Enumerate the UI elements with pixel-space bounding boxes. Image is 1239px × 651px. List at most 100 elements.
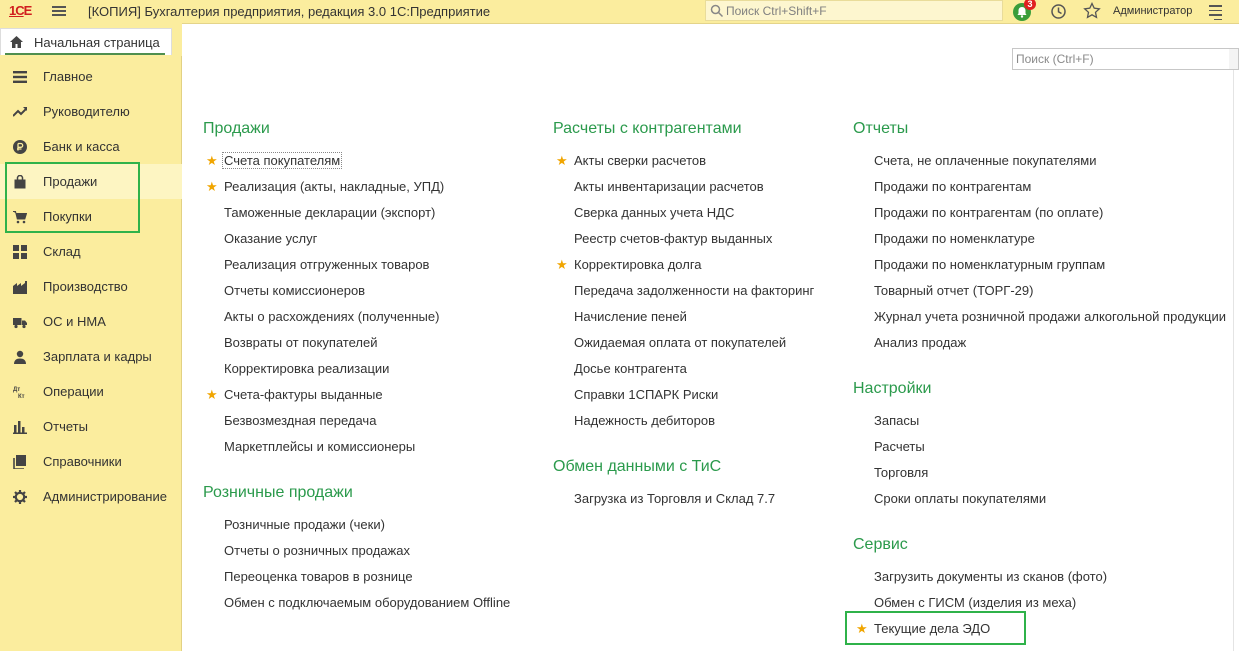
sidebar-item-sales[interactable]: Продажи bbox=[0, 164, 182, 199]
panel-search-box[interactable] bbox=[1012, 48, 1230, 70]
user-name[interactable]: Администратор bbox=[1113, 5, 1192, 17]
link-inventory-acts[interactable]: Акты инвентаризации расчетов bbox=[574, 179, 764, 194]
sidebar-item-purchases[interactable]: Покупки bbox=[0, 199, 182, 234]
star-icon[interactable]: ★ bbox=[556, 258, 568, 271]
menu-icon bbox=[13, 71, 27, 83]
link-debtor-reliability[interactable]: Надежность дебиторов bbox=[574, 413, 715, 428]
link-load-from-tis[interactable]: Загрузка из Торговля и Склад 7.7 bbox=[574, 491, 775, 506]
link-invoice-register[interactable]: Реестр счетов-фактур выданных bbox=[574, 231, 772, 246]
panel-search-input[interactable] bbox=[1016, 52, 1221, 66]
link-alcohol-journal[interactable]: Журнал учета розничной продажи алкогольн… bbox=[874, 309, 1226, 324]
star-icon[interactable]: ★ bbox=[206, 388, 218, 401]
link-expected-payment[interactable]: Ожидаемая оплата от покупателей bbox=[574, 335, 786, 350]
sidebar-item-label: Руководителю bbox=[43, 104, 130, 119]
link-customs-declarations[interactable]: Таможенные декларации (экспорт) bbox=[224, 205, 435, 220]
link-inventory-settings[interactable]: Запасы bbox=[874, 413, 919, 428]
link-settlement-settings[interactable]: Расчеты bbox=[874, 439, 925, 454]
sidebar-item-bank[interactable]: Банк и касса bbox=[0, 129, 182, 164]
app-title: [КОПИЯ] Бухгалтерия предприятия, редакци… bbox=[88, 4, 491, 19]
section-title-reports: Отчеты bbox=[853, 120, 909, 137]
section-title-retail: Розничные продажи bbox=[203, 484, 353, 501]
sidebar-item-label: ОС и НМА bbox=[43, 314, 106, 329]
panel-search-button[interactable] bbox=[1229, 48, 1239, 70]
notifications-button[interactable]: 3 bbox=[1011, 0, 1036, 22]
sidebar-item-directories[interactable]: Справочники bbox=[0, 444, 182, 479]
sidebar-item-label: Главное bbox=[43, 69, 93, 84]
sidebar-item-fixed-assets[interactable]: ОС и НМА bbox=[0, 304, 182, 339]
sidebar-item-production[interactable]: Производство bbox=[0, 269, 182, 304]
sidebar-item-reports[interactable]: Отчеты bbox=[0, 409, 182, 444]
link-customer-invoices[interactable]: Счета покупателям bbox=[222, 152, 343, 169]
sidebar-item-label: Банк и касса bbox=[43, 139, 120, 154]
svg-text:Дт: Дт bbox=[13, 387, 20, 393]
link-sales-by-item[interactable]: Продажи по номенклатуре bbox=[874, 231, 1035, 246]
link-edo-current-tasks[interactable]: Текущие дела ЭДО bbox=[874, 621, 990, 636]
link-unpaid-invoices[interactable]: Счета, не оплаченные покупателями bbox=[874, 153, 1096, 168]
link-retail-receipts[interactable]: Розничные продажи (чеки) bbox=[224, 517, 385, 532]
link-debt-adjustment[interactable]: Корректировка долга bbox=[574, 257, 702, 272]
link-penalties[interactable]: Начисление пеней bbox=[574, 309, 687, 324]
link-sales-realization[interactable]: Реализация (акты, накладные, УПД) bbox=[224, 179, 444, 194]
sidebar-item-label: Производство bbox=[43, 279, 128, 294]
link-torg-29[interactable]: Товарный отчет (ТОРГ-29) bbox=[874, 283, 1033, 298]
link-factoring[interactable]: Передача задолженности на факторинг bbox=[574, 283, 814, 298]
tab-home-page[interactable]: Начальная страница bbox=[0, 28, 172, 55]
sidebar-item-label: Зарплата и кадры bbox=[43, 349, 152, 364]
link-reconciliation-acts[interactable]: Акты сверки расчетов bbox=[574, 153, 706, 168]
title-bar: 1СЕ [КОПИЯ] Бухгалтерия предприятия, ред… bbox=[0, 0, 1239, 24]
books-icon bbox=[13, 455, 26, 469]
link-payment-terms[interactable]: Сроки оплаты покупателями bbox=[874, 491, 1046, 506]
star-icon[interactable]: ★ bbox=[206, 180, 218, 193]
link-sales-analysis[interactable]: Анализ продаж bbox=[874, 335, 966, 350]
link-spark-risks[interactable]: Справки 1СПАРК Риски bbox=[574, 387, 718, 402]
star-icon[interactable]: ★ bbox=[556, 154, 568, 167]
sidebar-item-label: Продажи bbox=[43, 174, 98, 189]
sidebar-item-main[interactable]: Главное bbox=[0, 59, 182, 94]
link-trade-settings[interactable]: Торговля bbox=[874, 465, 928, 480]
link-offline-equipment[interactable]: Обмен с подключаемым оборудованием Offli… bbox=[224, 595, 510, 610]
global-search-input[interactable] bbox=[726, 3, 996, 18]
app-logo: 1СЕ bbox=[9, 3, 32, 18]
link-customer-returns[interactable]: Возвраты от покупателей bbox=[224, 335, 378, 350]
panel-scrollbar[interactable] bbox=[1233, 70, 1234, 651]
link-retail-revaluation[interactable]: Переоценка товаров в рознице bbox=[224, 569, 413, 584]
sidebar-item-label: Справочники bbox=[43, 454, 122, 469]
link-load-scans[interactable]: Загрузить документы из сканов (фото) bbox=[874, 569, 1107, 584]
link-shipped-goods[interactable]: Реализация отгруженных товаров bbox=[224, 257, 429, 272]
sidebar: Главное Руководителю Банк и касса Продаж… bbox=[0, 56, 182, 651]
sidebar-item-label: Операции bbox=[43, 384, 104, 399]
main-menu-button[interactable] bbox=[52, 4, 66, 18]
link-sales-by-item-group[interactable]: Продажи по номенклатурным группам bbox=[874, 257, 1105, 272]
sidebar-item-operations[interactable]: Дт Кт Операции bbox=[0, 374, 182, 409]
global-search-box[interactable] bbox=[705, 0, 1003, 21]
link-marketplaces[interactable]: Маркетплейсы и комиссионеры bbox=[224, 439, 415, 454]
sidebar-item-warehouse[interactable]: Склад bbox=[0, 234, 182, 269]
link-vat-reconciliation[interactable]: Сверка данных учета НДС bbox=[574, 205, 734, 220]
trend-icon bbox=[13, 107, 27, 117]
sidebar-item-salary[interactable]: Зарплата и кадры bbox=[0, 339, 182, 374]
link-retail-reports[interactable]: Отчеты о розничных продажах bbox=[224, 543, 410, 558]
link-discrepancy-acts[interactable]: Акты о расхождениях (полученные) bbox=[224, 309, 439, 324]
history-icon[interactable] bbox=[1050, 3, 1067, 20]
sidebar-item-label: Склад bbox=[43, 244, 81, 259]
link-counterparty-dossier[interactable]: Досье контрагента bbox=[574, 361, 687, 376]
bar-chart-icon bbox=[13, 421, 27, 434]
star-icon[interactable]: ★ bbox=[206, 154, 218, 167]
link-sales-by-counterparty[interactable]: Продажи по контрагентам bbox=[874, 179, 1031, 194]
link-issued-invoices[interactable]: Счета-фактуры выданные bbox=[224, 387, 383, 402]
truck-icon bbox=[13, 318, 27, 329]
link-sales-by-counterparty-payment[interactable]: Продажи по контрагентам (по оплате) bbox=[874, 205, 1103, 220]
sidebar-item-administration[interactable]: Администрирование bbox=[0, 479, 182, 514]
star-icon[interactable]: ★ bbox=[856, 622, 868, 635]
favorites-star-icon[interactable] bbox=[1083, 2, 1101, 20]
link-commissioner-reports[interactable]: Отчеты комиссионеров bbox=[224, 283, 365, 298]
link-services[interactable]: Оказание услуг bbox=[224, 231, 317, 246]
link-gism-exchange[interactable]: Обмен с ГИСМ (изделия из меха) bbox=[874, 595, 1076, 610]
active-tab-underline bbox=[5, 53, 165, 55]
link-sales-adjustment[interactable]: Корректировка реализации bbox=[224, 361, 389, 376]
home-tab-label: Начальная страница bbox=[34, 35, 160, 50]
sidebar-item-manager[interactable]: Руководителю bbox=[0, 94, 182, 129]
settings-menu-icon[interactable] bbox=[1209, 5, 1222, 23]
link-free-transfer[interactable]: Безвозмездная передача bbox=[224, 413, 376, 428]
person-icon bbox=[14, 350, 26, 364]
